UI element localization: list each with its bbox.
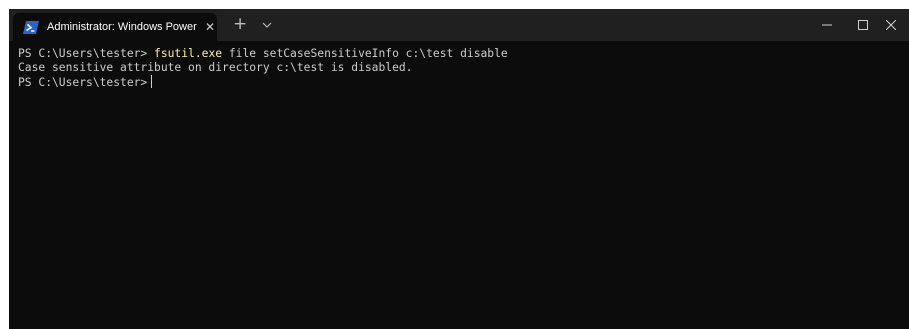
prompt: PS C:\Users\tester> (18, 76, 148, 89)
command-executable: fsutil.exe (154, 47, 223, 60)
powershell-icon (23, 20, 39, 34)
minimize-button[interactable] (809, 9, 845, 41)
terminal-window: Administrator: Windows PowerS ✕ + PS C:\… (9, 9, 909, 329)
close-button[interactable] (873, 9, 909, 41)
prompt: PS C:\Users\tester> (18, 47, 155, 60)
tab-powershell[interactable]: Administrator: Windows PowerS ✕ (13, 13, 217, 41)
tab-title: Administrator: Windows PowerS (47, 21, 197, 33)
tab-close-icon[interactable]: ✕ (205, 21, 215, 33)
chevron-down-icon[interactable] (261, 18, 273, 30)
new-tab-button[interactable]: + (233, 14, 247, 34)
terminal-line: Case sensitive attribute on directory c:… (18, 61, 413, 74)
terminal-line: PS C:\Users\tester> (18, 75, 909, 89)
terminal-output[interactable]: PS C:\Users\tester> fsutil.exe file setC… (9, 41, 909, 329)
text-cursor (151, 75, 153, 88)
maximize-icon (858, 20, 868, 30)
command-arguments: file setCaseSensitiveInfo c:\test disabl… (222, 47, 508, 60)
close-icon (886, 20, 896, 30)
minimize-icon (822, 24, 832, 26)
title-bar: Administrator: Windows PowerS ✕ + (9, 9, 909, 41)
terminal-line: PS C:\Users\tester> fsutil.exe file setC… (18, 47, 909, 61)
